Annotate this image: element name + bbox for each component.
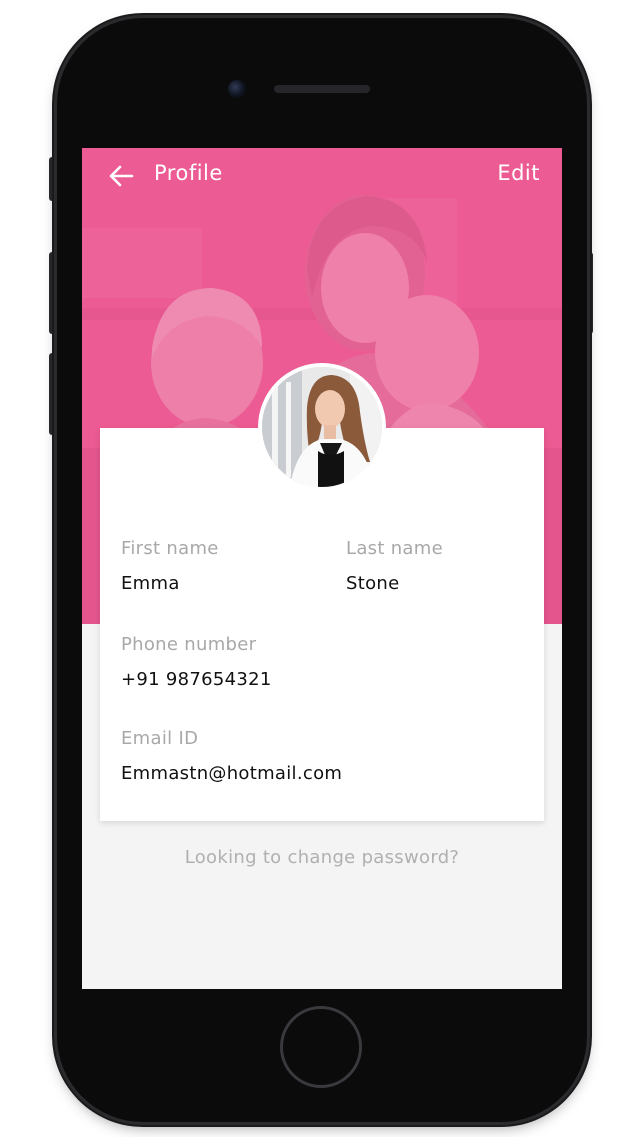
device-stage: Profile Edit First name Emma Last name S… <box>0 0 640 1137</box>
arrow-left-icon[interactable] <box>108 164 134 188</box>
first-name-value: Emma <box>121 573 180 594</box>
last-name-value: Stone <box>346 573 400 594</box>
volume-up-button <box>49 252 57 334</box>
earpiece-speaker <box>274 85 370 93</box>
page-title: Profile <box>154 161 223 185</box>
email-field: Email ID Emmastn@hotmail.com <box>121 728 342 784</box>
volume-down-button <box>49 353 57 435</box>
email-value: Emmastn@hotmail.com <box>121 763 343 784</box>
email-label: Email ID <box>121 728 199 749</box>
phone-number-label: Phone number <box>121 634 257 655</box>
phone-number-field: Phone number +91 987654321 <box>121 634 272 690</box>
mute-switch <box>49 157 57 201</box>
app-screen: Profile Edit First name Emma Last name S… <box>82 148 562 989</box>
avatar-photo <box>262 367 382 487</box>
phone-number-value: +91 987654321 <box>121 669 272 690</box>
change-password-link[interactable]: Looking to change password? <box>82 847 562 868</box>
first-name-label: First name <box>121 538 219 559</box>
home-button <box>280 1006 362 1088</box>
avatar <box>258 363 386 491</box>
edit-button[interactable]: Edit <box>497 161 540 185</box>
last-name-field: Last name Stone <box>346 538 443 594</box>
first-name-field: First name Emma <box>121 538 219 594</box>
top-app-bar: Profile Edit <box>82 148 562 204</box>
front-camera <box>228 80 246 98</box>
last-name-label: Last name <box>346 538 443 559</box>
